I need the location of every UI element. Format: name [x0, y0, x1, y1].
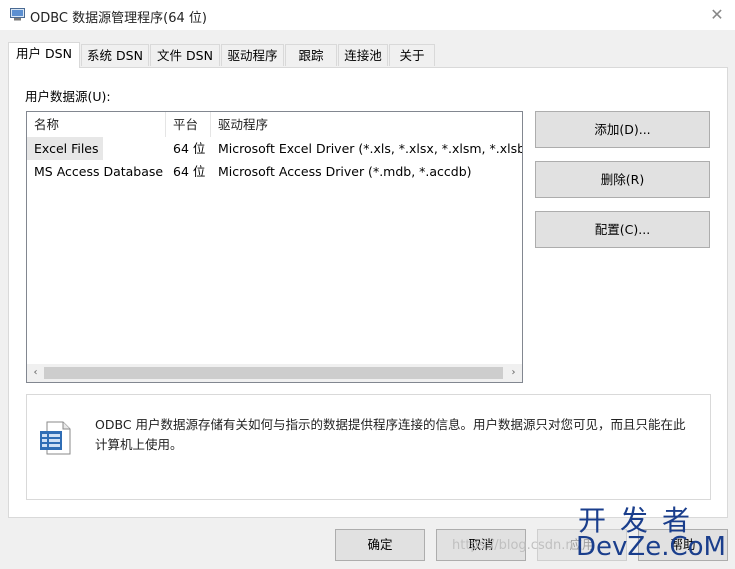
scroll-right-icon[interactable]: › [505, 364, 522, 382]
data-source-list[interactable]: 名称 平台 驱动程序 Excel Files 64 位 Microsoft Ex… [26, 111, 523, 383]
close-button[interactable]: ✕ [699, 0, 735, 30]
user-data-sources-label: 用户数据源(U): [25, 89, 111, 104]
tab-connection-pooling[interactable]: 连接池 [338, 44, 388, 66]
tab-file-dsn[interactable]: 文件 DSN [150, 44, 220, 66]
tab-tracing[interactable]: 跟踪 [285, 44, 337, 66]
close-icon: ✕ [710, 5, 724, 24]
list-row[interactable]: Excel Files 64 位 Microsoft Excel Driver … [27, 137, 522, 160]
document-database-icon [40, 421, 71, 455]
list-row[interactable]: MS Access Database 64 位 Microsoft Access… [27, 160, 522, 183]
row-platform: 64 位 [173, 141, 206, 156]
tab-system-dsn[interactable]: 系统 DSN [81, 44, 149, 66]
info-box: ODBC 用户数据源存储有关如何与指示的数据提供程序连接的信息。用户数据源只对您… [26, 394, 711, 500]
column-header-name[interactable]: 名称 [27, 112, 166, 137]
tab-about[interactable]: 关于 [389, 44, 435, 66]
remove-button[interactable]: 删除(R) [535, 161, 710, 198]
add-button[interactable]: 添加(D)... [535, 111, 710, 148]
configure-button[interactable]: 配置(C)... [535, 211, 710, 248]
row-name: Excel Files [27, 137, 103, 160]
watermark-logo-bottom: DevZe.CoM [576, 532, 726, 562]
tab-panel-user-dsn: 用户数据源(U): 名称 平台 驱动程序 Excel Files 64 位 Mi… [8, 67, 728, 518]
row-platform: 64 位 [173, 164, 206, 179]
scroll-left-icon[interactable]: ‹ [27, 364, 44, 382]
row-driver: Microsoft Excel Driver (*.xls, *.xlsx, *… [218, 141, 522, 156]
row-driver: Microsoft Access Driver (*.mdb, *.accdb) [218, 164, 472, 179]
horizontal-scrollbar[interactable]: ‹ › [27, 364, 522, 382]
row-name: MS Access Database [34, 164, 164, 179]
window-title: ODBC 数据源管理程序(64 位) [30, 11, 207, 26]
tab-strip: 用户 DSN 系统 DSN 文件 DSN 驱动程序 跟踪 连接池 关于 [8, 42, 728, 68]
info-description: ODBC 用户数据源存储有关如何与指示的数据提供程序连接的信息。用户数据源只对您… [95, 417, 686, 452]
watermark-logo: 开发者 DevZe.CoM [576, 499, 728, 565]
list-header: 名称 平台 驱动程序 [27, 112, 522, 137]
title-bar: ODBC 数据源管理程序(64 位) ✕ [0, 0, 735, 30]
tab-drivers[interactable]: 驱动程序 [221, 44, 284, 66]
scroll-thumb[interactable] [44, 367, 503, 379]
column-header-driver[interactable]: 驱动程序 [211, 112, 522, 137]
odbc-app-icon [10, 8, 25, 21]
column-header-platform[interactable]: 平台 [166, 112, 211, 137]
tab-user-dsn[interactable]: 用户 DSN [8, 42, 80, 68]
watermark-url: https://blog.csdn.n [452, 538, 574, 553]
ok-button[interactable]: 确定 [335, 529, 425, 561]
